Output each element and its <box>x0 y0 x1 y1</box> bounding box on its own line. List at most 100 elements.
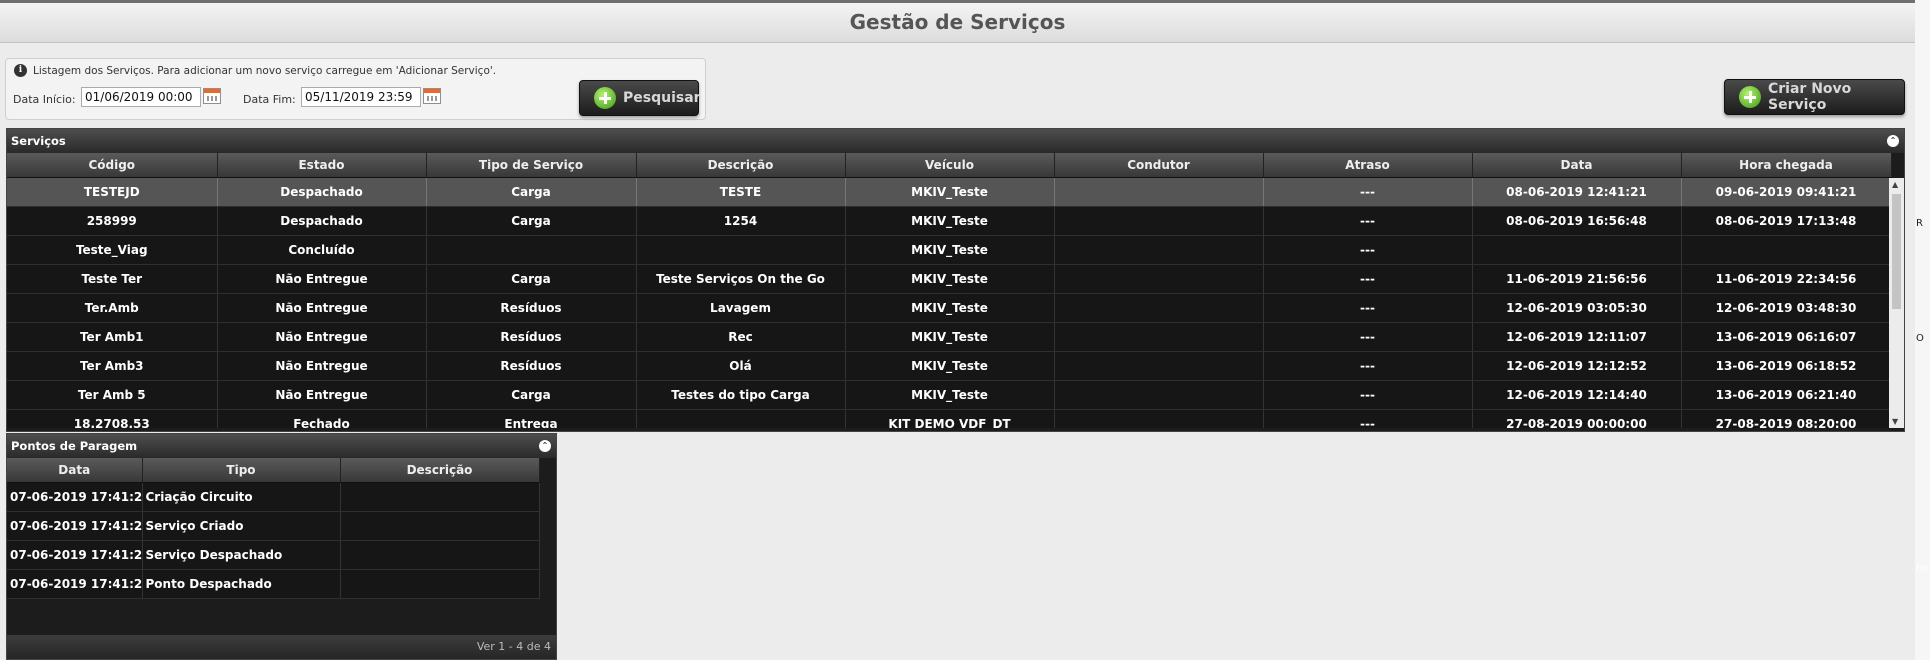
stops-title: Pontos de Paragem <box>11 439 138 453</box>
table-cell: Teste Ter <box>7 264 218 294</box>
column-header-tipo[interactable]: Tipo de Serviço <box>426 153 637 178</box>
table-cell <box>340 482 540 512</box>
start-calendar-icon[interactable] <box>203 88 221 104</box>
search-button[interactable]: Pesquisar <box>579 80 701 116</box>
table-cell: --- <box>1263 409 1473 428</box>
table-cell: Serviço Despachado <box>142 540 341 570</box>
table-cell: Teste Serviços On the Go <box>636 264 846 294</box>
table-cell: --- <box>1263 322 1473 352</box>
table-cell: --- <box>1263 351 1473 381</box>
side-fragment: O <box>1916 333 1924 344</box>
table-cell <box>426 235 637 265</box>
table-row[interactable]: Teste_Viag Concluído MKIV_Teste --- <box>7 235 1892 265</box>
table-row[interactable]: 07-06-2019 17:41:21 Serviço Despachado <box>7 540 540 570</box>
side-fragment: he <box>1916 563 1929 574</box>
table-cell: 07-06-2019 17:41:21 <box>7 482 143 512</box>
table-cell: Olá <box>636 351 846 381</box>
collapse-icon[interactable]: ⌃ <box>1887 135 1899 147</box>
column-header-veiculo[interactable]: Veículo <box>845 153 1055 178</box>
table-cell: 08-06-2019 16:56:48 <box>1472 206 1682 236</box>
table-row[interactable]: Ter Amb1 Não Entregue Resíduos Rec MKIV_… <box>7 322 1892 352</box>
table-cell <box>1681 235 1892 265</box>
info-message: i Listagem dos Serviços. Para adicionar … <box>14 64 496 77</box>
table-cell: TESTEJD <box>7 177 218 207</box>
table-cell: Resíduos <box>426 293 637 323</box>
table-cell: MKIV_Teste <box>845 380 1055 410</box>
table-cell: --- <box>1263 293 1473 323</box>
table-cell: Serviço Criado <box>142 511 341 541</box>
column-header-data[interactable]: Data <box>1472 153 1682 178</box>
table-cell <box>1472 235 1682 265</box>
table-row[interactable]: Ter.Amb Não Entregue Resíduos Lavagem MK… <box>7 293 1892 323</box>
table-row[interactable]: Ter Amb3 Não Entregue Resíduos Olá MKIV_… <box>7 351 1892 381</box>
table-cell: Não Entregue <box>217 351 427 381</box>
table-cell <box>1054 380 1264 410</box>
table-cell: 12-06-2019 03:05:30 <box>1472 293 1682 323</box>
column-header-descricao[interactable]: Descrição <box>636 153 846 178</box>
services-panel: Serviços ⌃ Código Estado Tipo de Serviço… <box>6 128 1905 432</box>
table-row[interactable]: 258999 Despachado Carga 1254 MKIV_Teste … <box>7 206 1892 236</box>
table-row[interactable]: 07-06-2019 17:41:21 Ponto Despachado <box>7 569 540 599</box>
table-cell: Carga <box>426 177 637 207</box>
table-row[interactable]: 07-06-2019 17:41:21 Criação Circuito <box>7 482 540 512</box>
table-cell: MKIV_Teste <box>845 322 1055 352</box>
end-date-input[interactable]: 05/11/2019 23:59 <box>301 87 421 107</box>
table-cell: Ponto Despachado <box>142 569 341 599</box>
table-cell <box>340 511 540 541</box>
table-cell: Não Entregue <box>217 380 427 410</box>
create-service-label: Criar Novo Serviço <box>1768 81 1852 113</box>
services-title: Serviços <box>11 134 66 148</box>
column-header-tipo[interactable]: Tipo <box>142 458 341 483</box>
table-row[interactable]: 07-06-2019 17:41:21 Serviço Criado <box>7 511 540 541</box>
column-header-codigo[interactable]: Código <box>7 153 218 178</box>
table-cell: Não Entregue <box>217 322 427 352</box>
table-cell: --- <box>1263 264 1473 294</box>
table-cell <box>1054 177 1264 207</box>
column-header-descricao[interactable]: Descrição <box>340 458 540 483</box>
scrollbar-thumb[interactable] <box>1892 193 1901 309</box>
column-header-condutor[interactable]: Condutor <box>1054 153 1264 178</box>
column-header-atraso[interactable]: Atraso <box>1263 153 1473 178</box>
scroll-down-icon[interactable]: ▼ <box>1892 417 1898 426</box>
stops-table: Data Tipo Descrição 07-06-2019 17:41:21 … <box>7 458 540 599</box>
page-header: Gestão de Serviços <box>0 0 1915 43</box>
table-cell <box>1054 409 1264 428</box>
column-header-estado[interactable]: Estado <box>217 153 427 178</box>
filter-panel: i Listagem dos Serviços. Para adicionar … <box>5 58 706 120</box>
services-table-body: TESTEJD Despachado Carga TESTE MKIV_Test… <box>7 177 1904 428</box>
table-cell: --- <box>1263 235 1473 265</box>
table-row[interactable]: Teste Ter Não Entregue Carga Teste Servi… <box>7 264 1892 294</box>
create-service-button[interactable]: Criar Novo Serviço <box>1724 79 1905 115</box>
table-row[interactable]: 18.2708.53 Fechado Entrega KIT DEMO VDF_… <box>7 409 1892 428</box>
table-cell: Concluído <box>217 235 427 265</box>
end-calendar-icon[interactable] <box>423 88 441 104</box>
services-panel-header: Serviços ⌃ <box>7 129 1904 153</box>
table-cell <box>1054 235 1264 265</box>
table-cell: 07-06-2019 17:41:21 <box>7 569 143 599</box>
start-date-input[interactable]: 01/06/2019 00:00 <box>81 87 201 107</box>
services-scrollbar[interactable]: ▲ ▼ <box>1889 177 1904 428</box>
table-row[interactable]: TESTEJD Despachado Carga TESTE MKIV_Test… <box>7 177 1892 207</box>
table-cell: Rec <box>636 322 846 352</box>
table-cell: Testes do tipo Carga <box>636 380 846 410</box>
table-cell: Ter Amb1 <box>7 322 218 352</box>
column-header-data[interactable]: Data <box>7 458 143 483</box>
table-cell: MKIV_Teste <box>845 264 1055 294</box>
table-cell: 12-06-2019 03:48:30 <box>1681 293 1892 323</box>
table-cell: MKIV_Teste <box>845 177 1055 207</box>
table-cell: 18.2708.53 <box>7 409 218 428</box>
table-cell: Não Entregue <box>217 264 427 294</box>
table-cell: Lavagem <box>636 293 846 323</box>
column-header-hora-chegada[interactable]: Hora chegada <box>1681 153 1892 178</box>
table-cell: Criação Circuito <box>142 482 341 512</box>
table-cell: MKIV_Teste <box>845 293 1055 323</box>
table-row[interactable]: Ter Amb 5 Não Entregue Carga Testes do t… <box>7 380 1892 410</box>
table-cell: 12-06-2019 12:12:52 <box>1472 351 1682 381</box>
table-cell: Entrega <box>426 409 637 428</box>
services-table-header: Código Estado Tipo de Serviço Descrição … <box>7 153 1892 178</box>
table-cell: Carga <box>426 264 637 294</box>
collapse-icon[interactable]: ⌃ <box>539 440 551 452</box>
scroll-up-icon[interactable]: ▲ <box>1892 180 1898 189</box>
table-cell <box>1054 322 1264 352</box>
table-cell: 13-06-2019 06:21:40 <box>1681 380 1892 410</box>
